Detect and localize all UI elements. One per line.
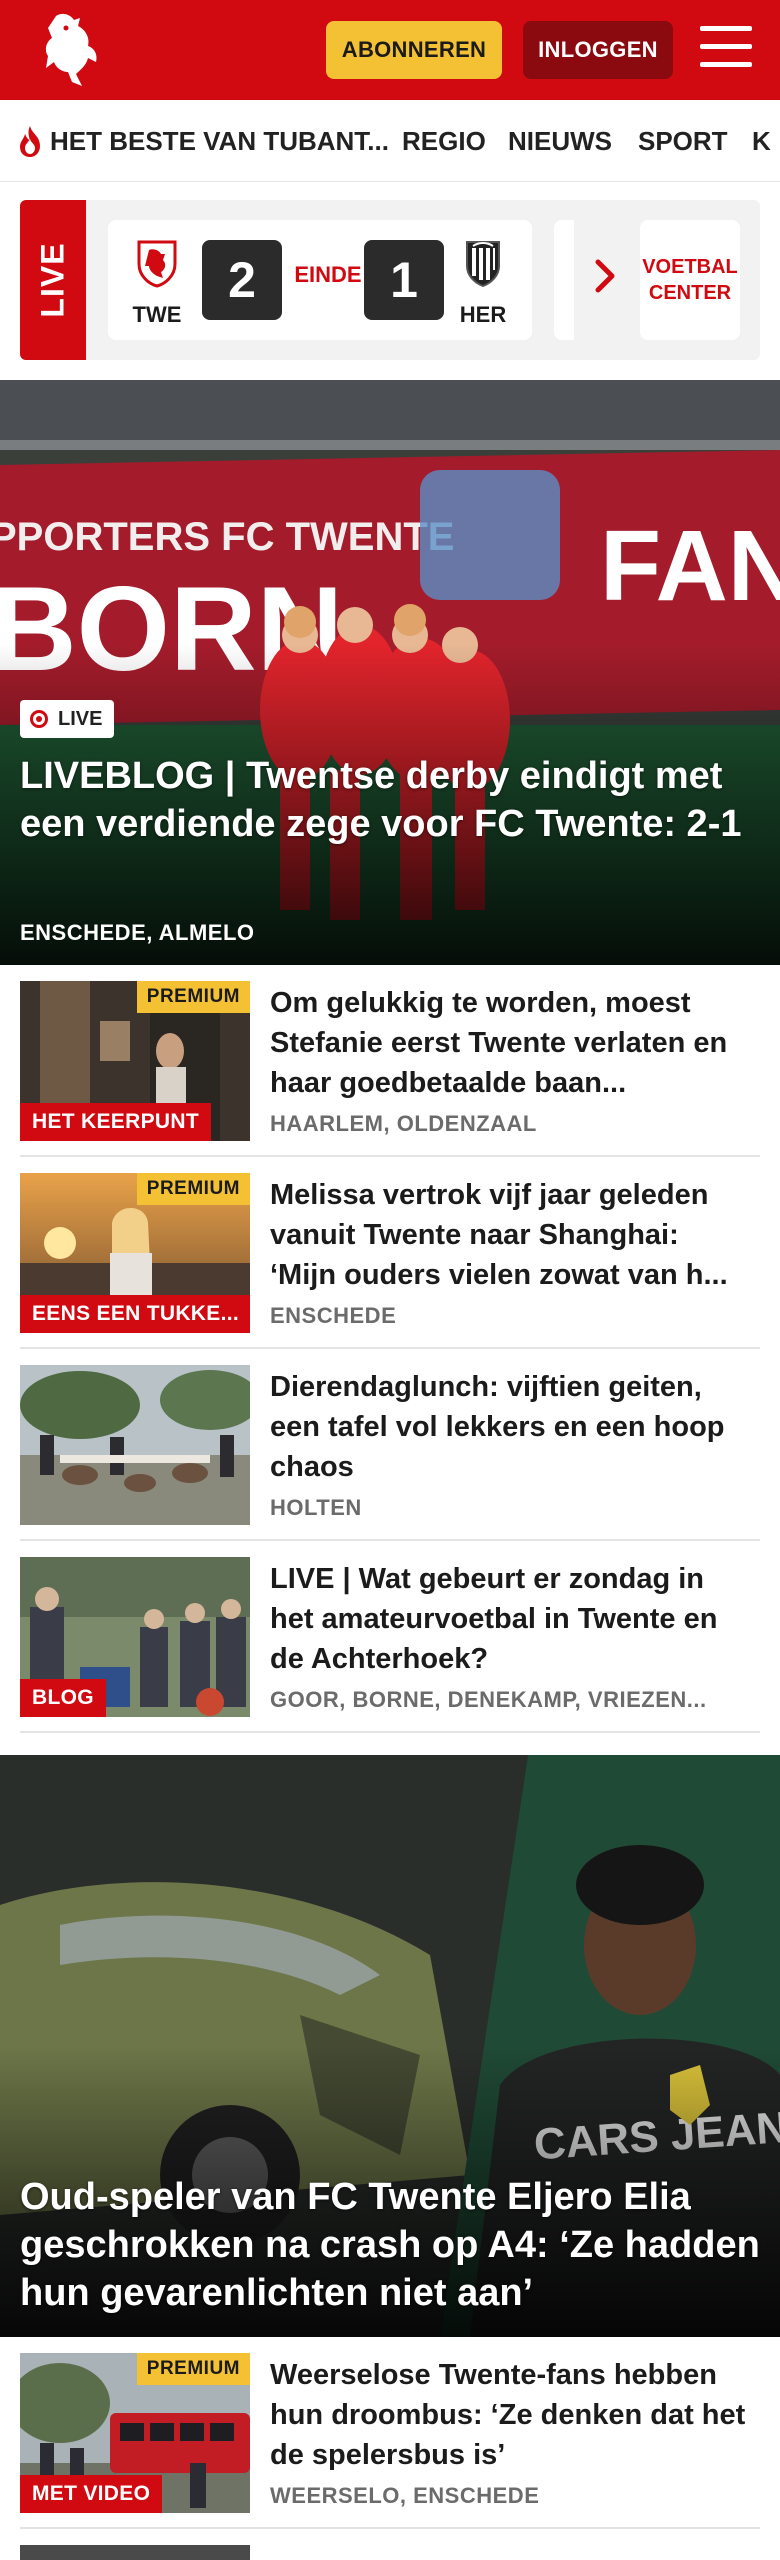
article-location: WEERSELO, ENSCHEDE (270, 2483, 540, 2508)
live-badge-label: LIVE (58, 707, 103, 730)
chevron-right-icon[interactable] (590, 256, 620, 296)
list-item[interactable]: PREMIUM HET KEERPUNT Om gelukkig te word… (20, 965, 760, 1157)
away-team-code: HER (459, 302, 507, 327)
article-title[interactable]: Om gelukkig te worden, moest Stefanie ee… (270, 983, 750, 1103)
hamburger-menu-icon[interactable] (700, 26, 752, 72)
flame-icon (20, 126, 40, 157)
list-item[interactable]: PREMIUM EENS EEN TUKKE... Melissa vertro… (20, 1157, 760, 1349)
match-status: EINDE (294, 262, 362, 287)
hero-location: ENSCHEDE, ALMELO (20, 920, 255, 945)
list-item[interactable]: BLOG LIVE | Wat gebeurt er zondag in het… (20, 1541, 760, 1733)
away-score: 1 (364, 240, 444, 320)
voetbal-center-label-1: VOETBAL (642, 256, 738, 278)
premium-badge: PREMIUM (136, 2353, 250, 2385)
list-item[interactable]: Dierendaglunch: vijftien geiten, een taf… (20, 1349, 760, 1541)
fc-twente-crest-icon (137, 240, 177, 288)
article-tag: EENS EEN TUKKE... (20, 1295, 250, 1333)
feature-article[interactable]: CARS JEANS Oud-speler van FC Twente Elje… (0, 1755, 780, 2337)
hero-article[interactable]: PPORTERS FC TWENTE BORN FAN LIVE LIVEBLO… (0, 380, 780, 965)
home-score: 2 (202, 240, 282, 320)
heracles-crest-icon (466, 241, 500, 288)
nav-item-regio[interactable]: REGIO (402, 100, 486, 181)
article-location: HAARLEM, OLDENZAAL (270, 1111, 537, 1136)
subscribe-button[interactable]: ABONNEREN (326, 21, 502, 79)
article-title[interactable]: Weerselose Twente-fans hebben hun droomb… (270, 2355, 750, 2475)
nav-item-best-of[interactable]: HET BESTE VAN TUBANT... (16, 100, 389, 181)
live-badge: LIVE (20, 700, 115, 738)
hero-title[interactable]: LIVEBLOG | Twentse derby eindigt met een… (20, 752, 760, 848)
article-tag: HET KEERPUNT (20, 1103, 211, 1141)
article-location: HOLTEN (270, 1495, 362, 1520)
article-thumbnail (20, 2545, 250, 2560)
article-title[interactable]: Dierendaglunch: vijftien geiten, een taf… (270, 1367, 750, 1487)
live-tab-label: LIVE (34, 242, 71, 318)
live-tab[interactable]: LIVE (20, 200, 86, 360)
hero-image: PPORTERS FC TWENTE BORN FAN (0, 380, 780, 965)
live-dot-icon (30, 710, 48, 728)
home-team-code: TWE (132, 302, 182, 327)
nav-item-label: HET BESTE VAN TUBANT... (50, 125, 389, 156)
list-item[interactable]: PREMIUM MET VIDEO Weerselose Twente-fans… (20, 2337, 760, 2529)
match-card[interactable]: TWE 2 EINDE 1 HER (108, 220, 532, 340)
nav-item-more[interactable]: K (752, 100, 771, 181)
premium-badge: PREMIUM (136, 981, 250, 1013)
next-match-card-edge[interactable] (554, 220, 574, 340)
away-team: HER (448, 238, 518, 328)
list-item[interactable] (20, 2529, 760, 2560)
home-team: TWE (122, 238, 192, 328)
premium-badge: PREMIUM (136, 1173, 250, 1205)
article-thumbnail: PREMIUM HET KEERPUNT (20, 981, 250, 1141)
voetbal-center-label-2: CENTER (648, 282, 732, 304)
article-title[interactable]: LIVE | Wat gebeurt er zondag in het amat… (270, 1559, 750, 1679)
article-thumbnail: BLOG (20, 1557, 250, 1717)
login-button[interactable]: INLOGGEN (523, 21, 673, 79)
top-bar: ABONNEREN INLOGGEN (0, 0, 780, 100)
article-thumbnail: PREMIUM MET VIDEO (20, 2353, 250, 2513)
article-title[interactable]: Melissa vertrok vijf jaar geleden vanuit… (270, 1175, 750, 1295)
feature-title[interactable]: Oud-speler van FC Twente Eljero Elia ges… (20, 2173, 760, 2317)
section-nav: HET BESTE VAN TUBANT... REGIO NIEUWS SPO… (0, 100, 780, 182)
article-thumbnail: PREMIUM EENS EEN TUKKE... (20, 1173, 250, 1333)
article-location: GOOR, BORNE, DENEKAMP, VRIEZEN... (270, 1687, 707, 1712)
article-location: ENSCHEDE (270, 1303, 397, 1328)
live-scores-strip: LIVE TWE 2 EINDE 1 HER VOETBAL CENTER (20, 200, 760, 360)
article-tag: BLOG (20, 1679, 106, 1717)
nav-item-nieuws[interactable]: NIEUWS (508, 100, 612, 181)
article-tag: MET VIDEO (20, 2475, 163, 2513)
voetbal-center-link[interactable]: VOETBAL CENTER (640, 220, 740, 340)
article-thumbnail (20, 1365, 250, 1525)
nav-item-sport[interactable]: SPORT (638, 100, 728, 181)
tubantia-horse-logo-icon[interactable] (36, 10, 108, 90)
